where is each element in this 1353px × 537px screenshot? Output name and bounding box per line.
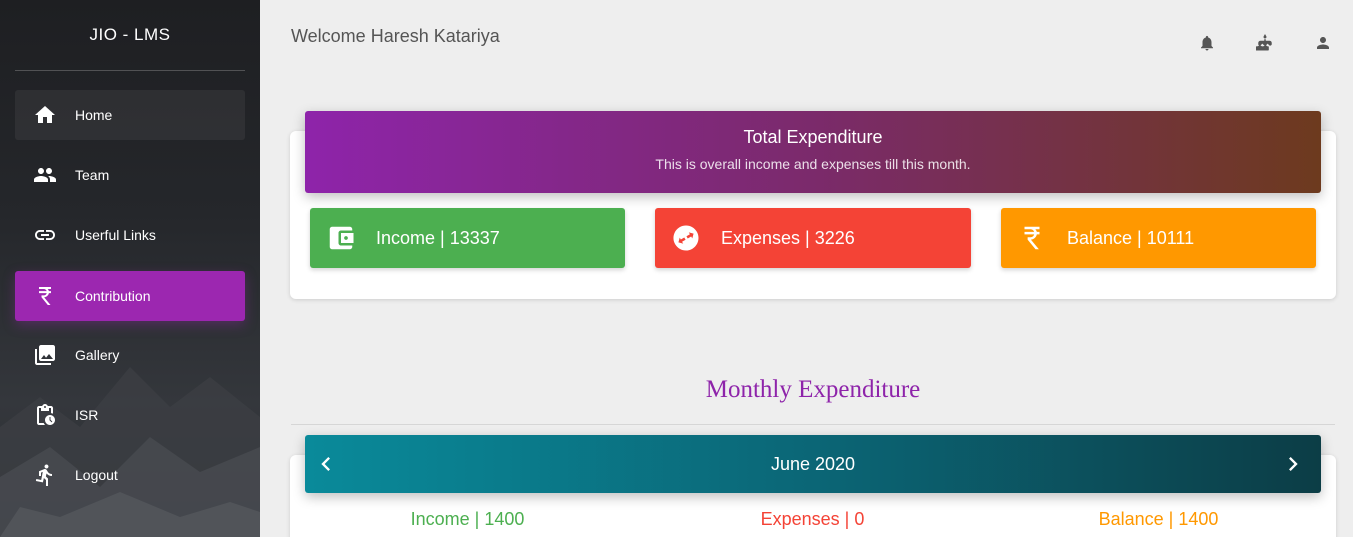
link-icon <box>15 223 75 247</box>
balance-stat: Balance | 10111 <box>1001 208 1316 268</box>
total-expenditure-header: Total Expenditure This is overall income… <box>305 111 1321 193</box>
sidebar-item-home[interactable]: Home <box>15 90 245 140</box>
rupee-icon <box>1017 223 1047 253</box>
sidebar-item-label: Gallery <box>75 347 120 363</box>
clipboard-clock-icon <box>15 403 75 427</box>
wallet-icon <box>326 223 356 253</box>
sidebar-item-label: Userful Links <box>75 227 156 243</box>
monthly-expenses: Expenses | 0 <box>760 509 865 529</box>
sidebar-item-label: Logout <box>75 467 118 483</box>
swap-circle-icon <box>671 223 701 253</box>
brand-title[interactable]: JIO - LMS <box>15 0 245 71</box>
income-stat: Income | 13337 <box>310 208 625 268</box>
total-expenditure-subtitle: This is overall income and expenses till… <box>655 156 971 172</box>
person-icon[interactable] <box>1314 34 1332 52</box>
previous-month-button[interactable] <box>311 449 341 479</box>
gallery-icon <box>15 343 75 367</box>
running-person-icon <box>15 463 75 487</box>
sidebar-item-label: ISR <box>75 407 99 423</box>
income-stat-label: Income | 13337 <box>376 227 500 248</box>
chevron-right-icon <box>1289 457 1298 471</box>
rupee-icon <box>15 284 75 308</box>
sidebar-item-label: Home <box>75 107 113 123</box>
sidebar-item-label: Team <box>75 167 110 183</box>
section-divider <box>291 424 1335 425</box>
expenses-stat-label: Expenses | 3226 <box>721 227 855 248</box>
sidebar-item-logout[interactable]: Logout <box>15 450 245 500</box>
group-icon <box>15 163 75 187</box>
sidebar-item-gallery[interactable]: Gallery <box>15 330 245 380</box>
balance-stat-label: Balance | 10111 <box>1067 227 1195 248</box>
sidebar-item-useful-links[interactable]: Userful Links <box>15 210 245 260</box>
sidebar-item-team[interactable]: Team <box>15 150 245 200</box>
welcome-message: Welcome Haresh Katariya <box>291 26 500 46</box>
monthly-balance: Balance | 1400 <box>1098 509 1219 529</box>
chevron-left-icon <box>321 457 330 471</box>
next-month-button[interactable] <box>1278 449 1308 479</box>
total-expenditure-title: Total Expenditure <box>743 127 883 147</box>
monthly-income: Income | 1400 <box>410 509 525 529</box>
cake-icon[interactable] <box>1255 34 1274 52</box>
sidebar-item-isr[interactable]: ISR <box>15 390 245 440</box>
month-selector: June 2020 <box>305 435 1321 493</box>
home-icon <box>15 103 75 127</box>
monthly-expenditure-title: Monthly Expenditure <box>705 376 921 403</box>
sidebar-item-label: Contribution <box>75 288 151 304</box>
bell-icon[interactable] <box>1198 34 1216 52</box>
sidebar-item-contribution[interactable]: Contribution <box>15 271 245 321</box>
current-month-label: June 2020 <box>770 453 856 474</box>
sidebar: JIO - LMS Home Team Userful Links Contri… <box>0 0 260 537</box>
expenses-stat: Expenses | 3226 <box>655 208 971 268</box>
